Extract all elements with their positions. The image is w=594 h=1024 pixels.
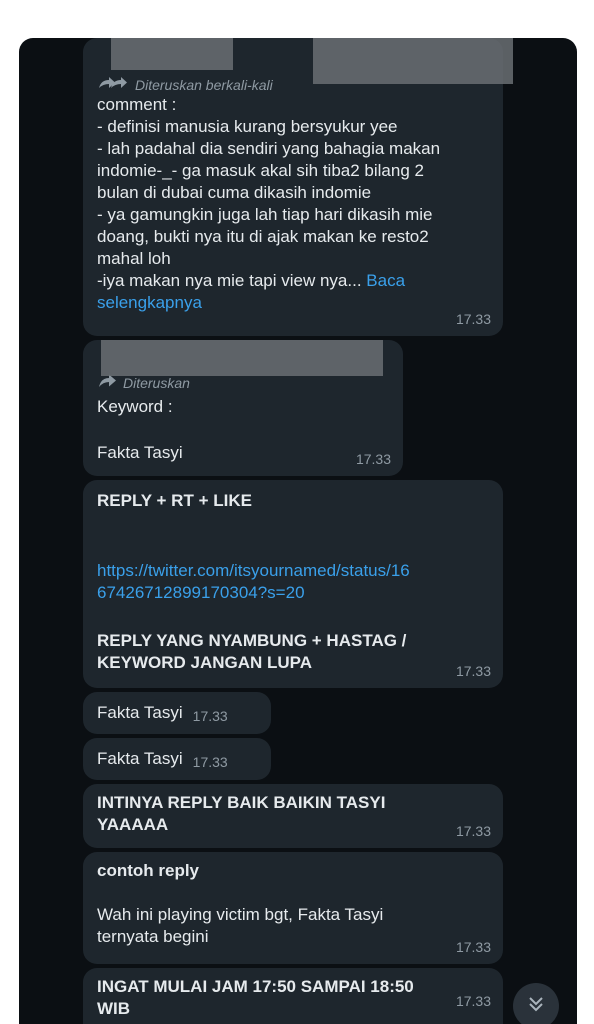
message-time: 17.33	[455, 311, 491, 327]
message-line-last: -iya makan nya mie tapi view nya... Baca	[97, 271, 406, 290]
redacted-sender-block	[101, 340, 383, 376]
message-line: INGAT MULAI JAM 17:50 SAMPAI 18:50	[97, 977, 414, 996]
message-line: - ya gamungkin juga lah tiap hari dikasi…	[97, 205, 433, 224]
message-bubble-short[interactable]: Fakta Tasyi 17.33	[83, 738, 271, 780]
message-line: indomie-_- ga masuk akal sih tiba2 bilan…	[97, 161, 424, 180]
message-bubble-instructions[interactable]: REPLY + RT + LIKE https://twitter.com/it…	[83, 480, 503, 688]
message-bubble-reminder[interactable]: INTINYA REPLY BAIK BAIKIN TASYI YAAAAA 1…	[83, 784, 503, 848]
message-note: KEYWORD JANGAN LUPA	[97, 653, 313, 672]
message-text: Fakta Tasyi	[97, 703, 183, 722]
message-time: 17.33	[455, 993, 491, 1009]
message-line: WIB	[97, 999, 131, 1018]
message-line: Fakta Tasyi	[97, 443, 183, 462]
message-line: bulan di dubai cuma dikasih indomie	[97, 183, 372, 202]
message-bubble-keyword[interactable]: Diteruskan Keyword : Fakta Tasyi 17.33	[83, 340, 403, 476]
redacted-sender-block	[111, 38, 233, 70]
message-title: REPLY + RT + LIKE	[97, 491, 252, 510]
scroll-to-bottom-button[interactable]	[513, 983, 559, 1024]
message-line: comment :	[97, 95, 177, 114]
chevron-double-down-icon	[527, 995, 545, 1018]
message-time: 17.33	[192, 708, 228, 724]
message-time: 17.33	[355, 451, 391, 467]
message-bubble-forwarded-comments[interactable]: Diteruskan berkali-kali comment : - defi…	[83, 38, 513, 336]
message-line: doang, bukti nya itu di ajak makan ke re…	[97, 227, 429, 246]
message-time: 17.33	[455, 939, 491, 955]
tweet-link[interactable]: https://twitter.com/itsyournamed/status/…	[97, 560, 489, 582]
read-more-link-cont[interactable]: selengkapnya	[97, 292, 489, 314]
forwarded-label: Diteruskan	[97, 374, 389, 392]
tweet-link-cont[interactable]: 67426712899170304?s=20	[97, 582, 489, 604]
message-note: REPLY YANG NYAMBUNG + HASTAG /	[97, 631, 407, 650]
message-time: 17.33	[455, 823, 491, 839]
message-bubble-example[interactable]: contoh reply Wah ini playing victim bgt,…	[83, 852, 503, 964]
message-line: ternyata begini	[97, 927, 209, 946]
message-line: YAAAAA	[97, 815, 169, 834]
double-forward-arrow-icon	[97, 76, 129, 94]
message-bubble-short[interactable]: Fakta Tasyi 17.33	[83, 692, 271, 734]
message-line: INTINYA REPLY BAIK BAIKIN TASYI	[97, 793, 386, 812]
message-line: - lah padahal dia sendiri yang bahagia m…	[97, 139, 441, 158]
message-line: Wah ini playing victim bgt, Fakta Tasyi	[97, 905, 384, 924]
message-line: mahal loh	[97, 249, 171, 268]
message-text: Fakta Tasyi	[97, 749, 183, 768]
read-more-link[interactable]: Baca	[366, 271, 405, 290]
message-bubble-schedule[interactable]: INGAT MULAI JAM 17:50 SAMPAI 18:50 WIB 1…	[83, 968, 503, 1024]
message-title: contoh reply	[97, 861, 200, 880]
redacted-name-block	[313, 38, 513, 84]
message-time: 17.33	[455, 663, 491, 679]
chat-screen: Diteruskan berkali-kali comment : - defi…	[19, 38, 577, 1024]
forward-arrow-icon	[97, 374, 117, 392]
message-time: 17.33	[192, 754, 228, 770]
message-line: Keyword :	[97, 397, 173, 416]
message-line: - definisi manusia kurang bersyukur yee	[97, 117, 398, 136]
